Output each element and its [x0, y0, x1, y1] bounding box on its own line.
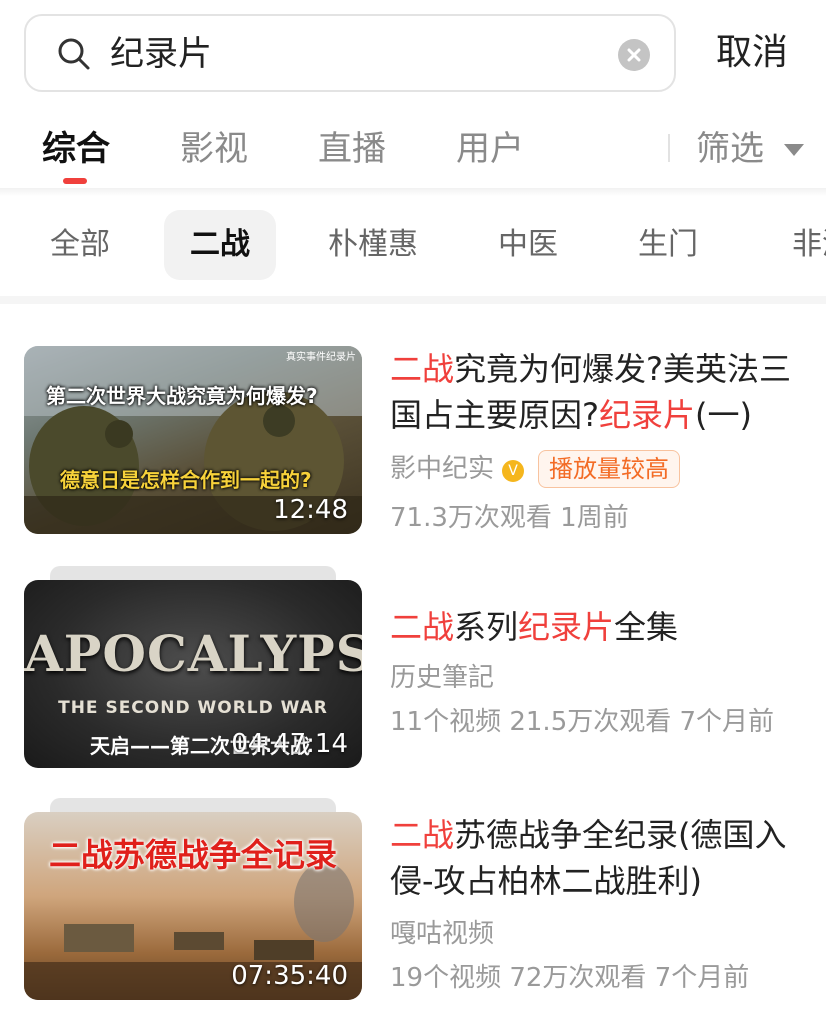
video-thumbnail[interactable]: 真实事件纪录片 第二次世界大战究竟为何爆发? 德意日是怎样合作到一起的? 12:… [24, 346, 362, 534]
thumbnail-image: APOCALYPSE THE SECOND WORLD WAR 天启——第二次世… [24, 580, 362, 768]
tab-comprehensive[interactable]: 综合 [42, 126, 110, 172]
chip-shengmen[interactable]: 生门 [620, 210, 716, 280]
result-author-row: 影中纪实 V 播放量较高 [390, 450, 681, 488]
thumbnail-image: 真实事件纪录片 第二次世界大战究竟为何爆发? 德意日是怎样合作到一起的? 12:… [24, 346, 362, 534]
chip-africa[interactable]: 非洲 [774, 210, 826, 280]
thumb-subheadline: THE SECOND WORLD WAR [58, 698, 328, 718]
filter-button[interactable]: 筛选 [696, 126, 804, 172]
popular-badge: 播放量较高 [538, 450, 681, 488]
title-text: 系列 [454, 608, 519, 646]
verified-icon: V [502, 460, 525, 482]
video-duration: 12:48 [273, 495, 348, 525]
search-query[interactable]: 纪录片 [110, 32, 212, 76]
result-title[interactable]: 二战苏德战争全纪录(德国入侵-攻占柏林二战胜利) [390, 812, 810, 904]
thumb-headline: 二战苏德战争全记录 [48, 836, 337, 874]
author-name[interactable]: 影中纪实 [390, 454, 494, 484]
chip-park[interactable]: 朴槿惠 [318, 210, 428, 280]
playlist-thumbnail[interactable]: 二战苏德战争全记录 07:35:40 [24, 798, 362, 1000]
main-tabs: 综合 影视 直播 用户 筛选 [0, 104, 826, 192]
result-title[interactable]: 二战究竟为何爆发?美英法三国占主要原因?纪录片(一) [390, 346, 810, 438]
thumb-corner-label: 真实事件纪录片 [286, 352, 356, 363]
result-stats: 11个视频 21.5万次观看 7个月前 [390, 707, 775, 737]
thumb-subheadline: 德意日是怎样合作到一起的? [60, 468, 312, 492]
chip-all[interactable]: 全部 [30, 210, 130, 280]
clear-icon[interactable] [618, 39, 650, 71]
result-title[interactable]: 二战系列纪录片全集 [390, 604, 810, 650]
thumb-headline: 第二次世界大战究竟为何爆发? [46, 384, 318, 408]
title-highlight: 二战 [390, 350, 455, 388]
video-duration: 07:35:40 [231, 961, 348, 991]
header-shadow [0, 188, 826, 196]
author-name[interactable]: 历史筆記 [390, 660, 494, 696]
search-header: 纪录片 取消 [0, 0, 826, 104]
topic-chips: 全部 二战 朴槿惠 中医 生门 非洲 [0, 196, 826, 296]
section-divider [0, 296, 826, 304]
title-highlight: 纪录片 [518, 608, 615, 646]
result-item[interactable]: 二战苏德战争全记录 07:35:40 二战苏德战争全纪录(德国入侵-攻占柏林二战… [0, 798, 826, 1012]
title-highlight: 二战 [390, 608, 455, 646]
author-name[interactable]: 嘎咕视频 [390, 916, 494, 952]
title-text: 全集 [614, 608, 679, 646]
video-duration: 04:47:14 [231, 729, 348, 759]
title-highlight: 二战 [390, 816, 455, 854]
result-stats: 19个视频 72万次观看 7个月前 [390, 963, 750, 993]
chip-ww2[interactable]: 二战 [164, 210, 276, 280]
chip-tcm[interactable]: 中医 [480, 210, 576, 280]
search-input[interactable]: 纪录片 [24, 14, 676, 92]
active-tab-indicator [63, 178, 87, 184]
result-item[interactable]: 真实事件纪录片 第二次世界大战究竟为何爆发? 德意日是怎样合作到一起的? 12:… [0, 346, 826, 546]
title-highlight: 纪录片 [599, 396, 696, 434]
result-item[interactable]: APOCALYPSE THE SECOND WORLD WAR 天启——第二次世… [0, 566, 826, 780]
filter-label: 筛选 [696, 129, 764, 169]
cancel-button[interactable]: 取消 [716, 28, 788, 78]
thumbnail-image: 二战苏德战争全记录 07:35:40 [24, 812, 362, 1000]
tab-users[interactable]: 用户 [456, 126, 524, 172]
thumb-headline: APOCALYPSE [24, 624, 362, 683]
title-text: (一) [695, 396, 752, 434]
search-icon [58, 38, 90, 70]
tab-film[interactable]: 影视 [180, 126, 248, 172]
tab-live[interactable]: 直播 [318, 126, 386, 172]
tab-divider [668, 134, 670, 162]
playlist-thumbnail[interactable]: APOCALYPSE THE SECOND WORLD WAR 天启——第二次世… [24, 566, 362, 768]
caret-down-icon [784, 144, 804, 156]
result-stats: 71.3万次观看 1周前 [390, 503, 629, 533]
